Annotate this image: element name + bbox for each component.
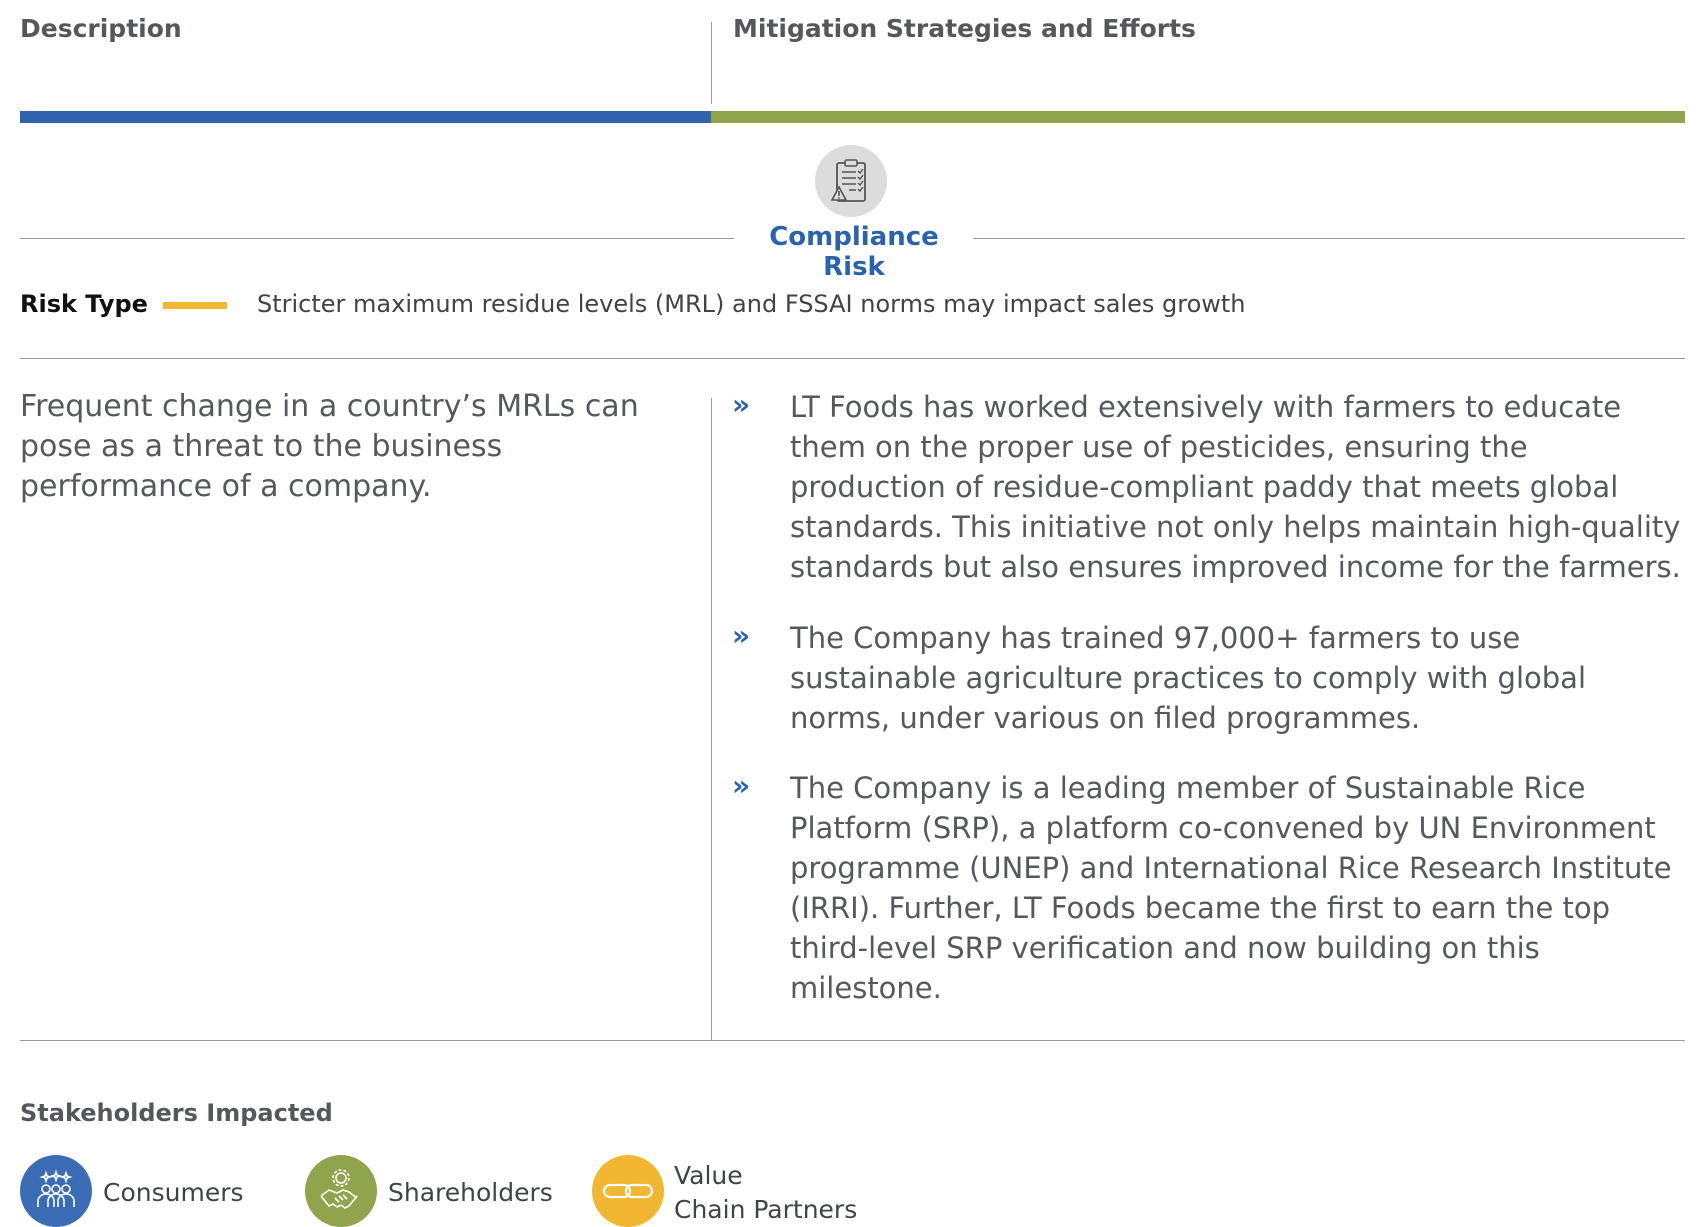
risk-title-rule-left (20, 238, 734, 239)
shareholders-handshake-icon (305, 1155, 377, 1227)
risk-type-indicator (163, 302, 227, 309)
risk-title: Compliance Risk (769, 222, 939, 282)
stakeholder-label: Consumers (103, 1178, 244, 1207)
section-divider-bottom (20, 1040, 1685, 1041)
description-text: Frequent change in a country’s MRLs can … (20, 389, 639, 504)
risk-type-text: Stricter maximum residue levels (MRL) an… (257, 290, 1246, 318)
body-divider (711, 398, 712, 1040)
stakeholder-label: Shareholders (388, 1178, 553, 1207)
mitigation-header: Mitigation Strategies and Efforts (733, 14, 1196, 43)
description-header: Description (20, 14, 182, 43)
consumers-group-icon (20, 1155, 92, 1227)
section-divider-top (20, 358, 1685, 359)
clipboard-checklist-warning-icon (815, 145, 887, 217)
stakeholders-title: Stakeholders Impacted (20, 1099, 333, 1127)
mitigation-item: The Company is a leading member of Susta… (790, 771, 1672, 1005)
mitigation-color-bar (711, 111, 1685, 123)
stakeholder-label: Chain Partners (674, 1195, 858, 1224)
risk-type-label: Risk Type (20, 290, 148, 318)
bullet-marker: » (732, 388, 751, 421)
chain-link-icon (592, 1155, 664, 1227)
description-color-bar (20, 111, 711, 123)
risk-title-rule-right (973, 238, 1685, 239)
mitigation-item: LT Foods has worked extensively with far… (790, 390, 1681, 584)
stakeholder-label: Value (674, 1161, 743, 1190)
mitigation-item: The Company has trained 97,000+ farmers … (790, 621, 1586, 735)
bullet-marker: » (732, 619, 751, 652)
header-divider (711, 22, 712, 104)
bullet-marker: » (732, 769, 751, 802)
